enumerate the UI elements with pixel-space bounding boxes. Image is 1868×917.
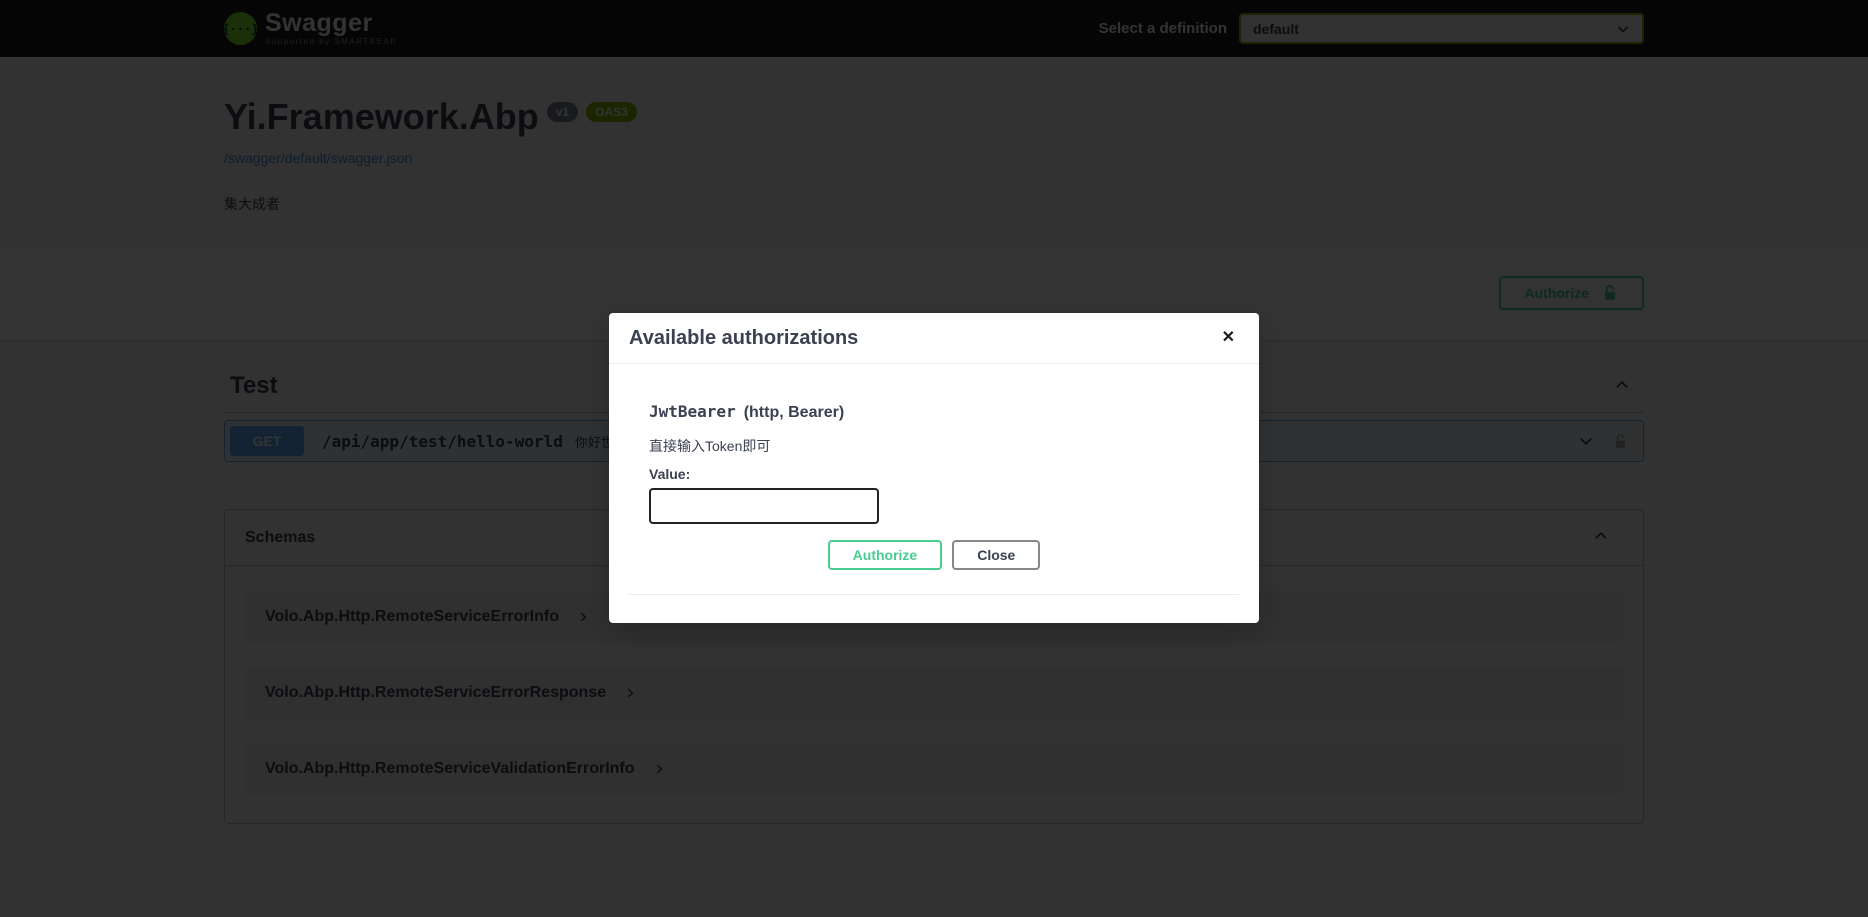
modal-authorize-button[interactable]: Authorize [828, 540, 943, 570]
auth-scheme-heading: JwtBearer (http, Bearer) [649, 402, 1219, 422]
auth-scheme-name: JwtBearer [649, 402, 736, 421]
modal-title: Available authorizations [629, 327, 858, 350]
modal-close-button[interactable]: Close [952, 540, 1040, 570]
value-label: Value: [649, 466, 1219, 482]
auth-description: 直接输入Token即可 [649, 436, 1219, 456]
modal-close-icon[interactable]: ✕ [1218, 326, 1239, 350]
auth-scheme-jwtbearer: JwtBearer (http, Bearer) 直接输入Token即可 Valu… [629, 386, 1239, 595]
auth-scheme-type: (http, Bearer) [744, 404, 844, 421]
token-input[interactable] [649, 488, 879, 524]
authorizations-modal: Available authorizations ✕ JwtBearer (htt… [609, 313, 1259, 623]
